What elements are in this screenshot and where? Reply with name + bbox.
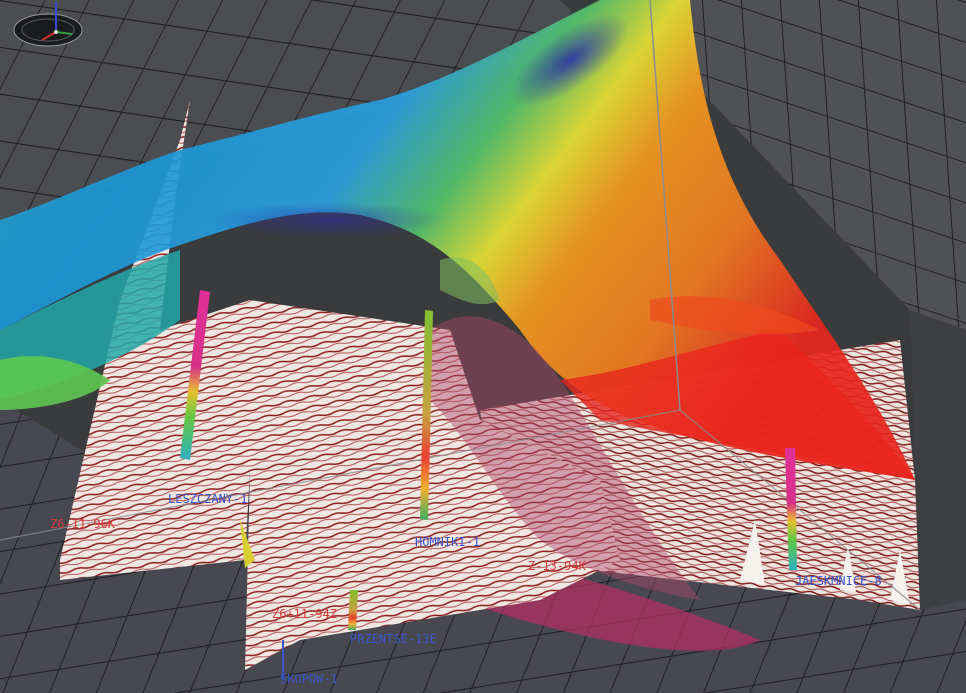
well-label[interactable]: PRZENTSE-13E <box>350 632 437 646</box>
3d-viewport[interactable]: LESZCZANY-1 HOMNIKI-1 JAESKMNICE-8 PRZEN… <box>0 0 966 693</box>
well-label[interactable]: HOMNIKI-1 <box>415 535 480 549</box>
seismic-line-label[interactable]: Z6+11-94Z <box>272 607 337 621</box>
scene-svg: LESZCZANY-1 HOMNIKI-1 JAESKMNICE-8 PRZEN… <box>0 0 966 693</box>
well-label[interactable]: LESZCZANY-1 <box>168 492 247 506</box>
seismic-line-label[interactable]: Z-13-94K <box>528 559 587 573</box>
well-label[interactable]: JAESKMNICE-8 <box>795 574 882 588</box>
well-label[interactable]: SKOPOW-1 <box>280 672 338 686</box>
seismic-line-label[interactable]: Z6-11-96K <box>50 517 116 531</box>
